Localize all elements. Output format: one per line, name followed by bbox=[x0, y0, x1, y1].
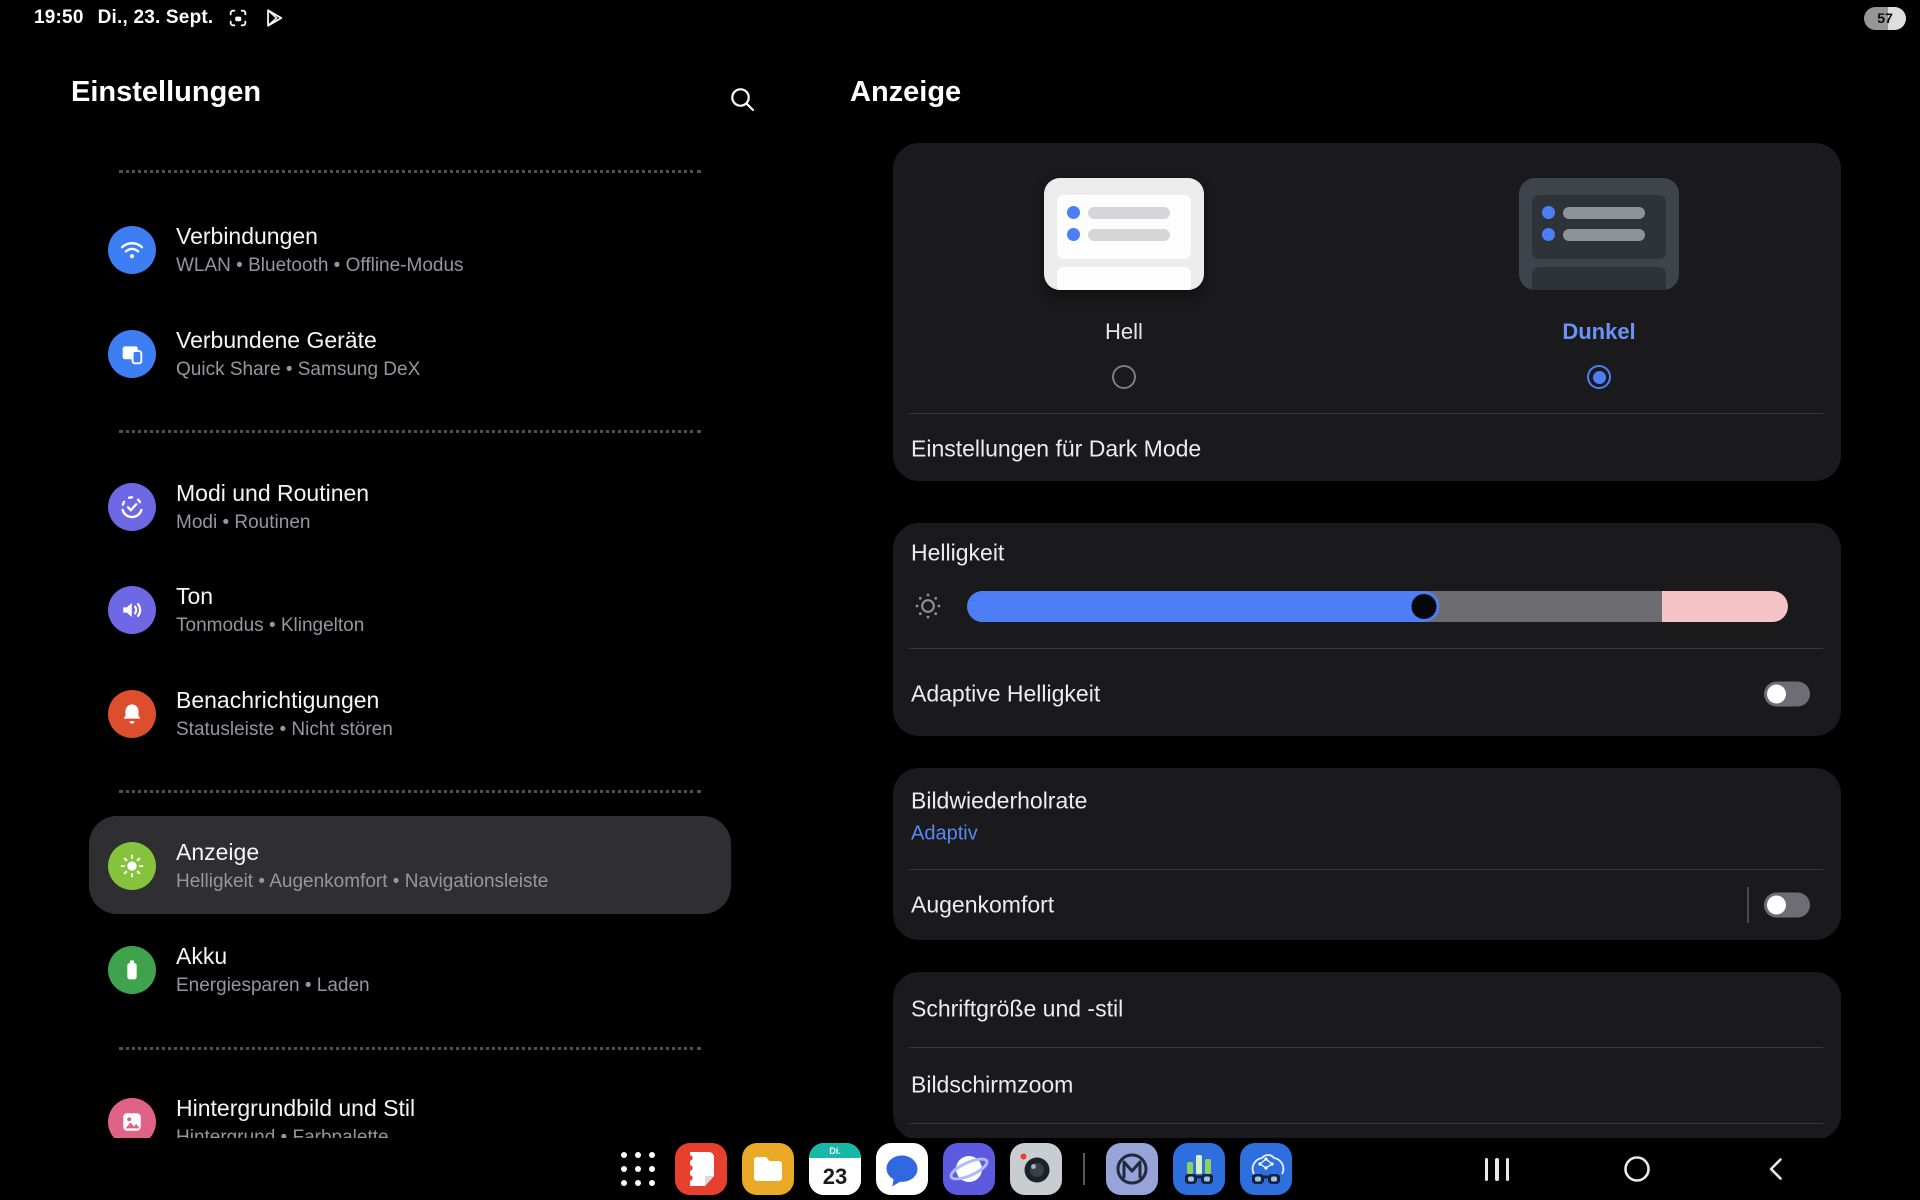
adaptive-brightness-row[interactable]: Adaptive Helligkeit bbox=[893, 648, 1841, 736]
refresh-rate-label: Bildwiederholrate bbox=[911, 788, 1087, 815]
item-sublabel: Quick Share • Samsung DeX bbox=[176, 360, 420, 381]
recents-button[interactable] bbox=[1475, 1147, 1519, 1191]
dark-mode-preview bbox=[1519, 178, 1679, 290]
sidebar-item-verbindungen[interactable]: Verbindungen WLAN • Bluetooth • Offline-… bbox=[108, 205, 708, 295]
sidebar-item-hintergrundbild-und-stil[interactable]: Hintergrundbild und Stil Hintergrund • F… bbox=[108, 1077, 708, 1142]
samsung-notes-icon[interactable] bbox=[675, 1143, 727, 1195]
settings-sidebar: Einstellungen Verbindungen WLAN • Blueto… bbox=[0, 0, 810, 1142]
item-label: Anzeige bbox=[176, 839, 548, 865]
adaptive-brightness-toggle[interactable] bbox=[1764, 682, 1810, 707]
notifications-bell-icon bbox=[108, 690, 156, 738]
recent-app-circle-m-icon[interactable] bbox=[1106, 1143, 1158, 1195]
my-files-icon[interactable] bbox=[742, 1143, 794, 1195]
group-divider bbox=[119, 170, 701, 173]
sidebar-item-anzeige[interactable]: Anzeige Helligkeit • Augenkomfort • Navi… bbox=[108, 821, 708, 911]
item-label: Modi und Routinen bbox=[176, 480, 369, 506]
brightness-slider-thumb[interactable] bbox=[1409, 591, 1440, 622]
wifi-icon bbox=[108, 226, 156, 274]
sidebar-title: Einstellungen bbox=[71, 76, 261, 109]
sidebar-item-modi-und-routinen[interactable]: Modi und Routinen Modi • Routinen bbox=[108, 462, 708, 552]
display-sun-icon bbox=[108, 842, 156, 890]
font-size-row[interactable]: Schriftgröße und -stil bbox=[893, 972, 1841, 1047]
item-label: Hintergrundbild und Stil bbox=[176, 1095, 415, 1121]
group-divider bbox=[119, 430, 701, 433]
group-divider bbox=[119, 1047, 701, 1050]
dark-mode-settings-label: Einstellungen für Dark Mode bbox=[911, 436, 1201, 463]
back-icon bbox=[1763, 1155, 1791, 1183]
adaptive-brightness-label: Adaptive Helligkeit bbox=[911, 681, 1100, 708]
samsung-internet-icon[interactable] bbox=[943, 1143, 995, 1195]
brightness-warm-zone bbox=[1662, 591, 1788, 622]
item-label: Verbundene Geräte bbox=[176, 327, 420, 353]
sound-icon bbox=[108, 586, 156, 634]
refresh-rate-row[interactable]: Bildwiederholrate Adaptiv bbox=[893, 768, 1841, 869]
modes-routines-icon bbox=[108, 483, 156, 531]
theme-option-dunkel[interactable]: Dunkel bbox=[1489, 143, 1709, 413]
camera-icon[interactable] bbox=[1010, 1143, 1062, 1195]
home-icon bbox=[1622, 1154, 1652, 1184]
screen-zoom-row[interactable]: Bildschirmzoom bbox=[893, 1047, 1841, 1123]
light-mode-label: Hell bbox=[1014, 319, 1234, 345]
brightness-card: Helligkeit Adaptive Helligkeit bbox=[893, 523, 1841, 736]
recents-icon bbox=[1485, 1158, 1510, 1181]
dock-separator bbox=[1083, 1153, 1085, 1185]
sidebar-item-benachrichtigungen[interactable]: Benachrichtigungen Statusleiste • Nicht … bbox=[108, 669, 708, 759]
item-sublabel: Modi • Routinen bbox=[176, 513, 369, 534]
battery-percent: 57 bbox=[1877, 10, 1893, 26]
item-sublabel: Energiesparen • Laden bbox=[176, 976, 370, 997]
settings-screen: 19:50 Di., 23. Sept. 57 Einstellungen bbox=[0, 0, 1920, 1200]
dark-mode-settings-row[interactable]: Einstellungen für Dark Mode bbox=[893, 413, 1841, 481]
brightness-sun-icon bbox=[914, 592, 942, 620]
sidebar-item-akku[interactable]: Akku Energiesparen • Laden bbox=[108, 925, 708, 1015]
recent-app-brain-glasses-icon[interactable] bbox=[1240, 1143, 1292, 1195]
brightness-slider[interactable] bbox=[967, 591, 1788, 622]
screen-zoom-label: Bildschirmzoom bbox=[911, 1072, 1073, 1099]
eye-comfort-toggle[interactable] bbox=[1764, 893, 1810, 918]
calendar-day: 23 bbox=[809, 1158, 861, 1195]
home-button[interactable] bbox=[1615, 1147, 1659, 1191]
item-label: Akku bbox=[176, 943, 370, 969]
dark-mode-radio[interactable] bbox=[1587, 365, 1611, 389]
brightness-label: Helligkeit bbox=[911, 540, 1004, 567]
page-title: Anzeige bbox=[850, 76, 961, 109]
connected-devices-icon bbox=[108, 330, 156, 378]
eye-comfort-label: Augenkomfort bbox=[911, 892, 1054, 919]
brightness-fill bbox=[967, 591, 1424, 622]
refresh-rate-value: Adaptiv bbox=[911, 823, 978, 846]
battery-icon bbox=[108, 946, 156, 994]
theme-option-hell[interactable]: Hell bbox=[1014, 143, 1234, 413]
search-button[interactable] bbox=[727, 84, 757, 114]
battery-indicator: 57 bbox=[1864, 7, 1906, 30]
item-sublabel: WLAN • Bluetooth • Offline-Modus bbox=[176, 256, 464, 277]
search-icon bbox=[727, 84, 757, 114]
item-label: Benachrichtigungen bbox=[176, 687, 393, 713]
row-separator bbox=[1747, 887, 1749, 923]
sidebar-item-verbundene-geraete[interactable]: Verbundene Geräte Quick Share • Samsung … bbox=[108, 309, 708, 399]
taskbar: Di. 23 bbox=[0, 1138, 1920, 1200]
item-label: Ton bbox=[176, 583, 364, 609]
item-sublabel: Tonmodus • Klingelton bbox=[176, 616, 364, 637]
light-mode-radio[interactable] bbox=[1112, 365, 1136, 389]
apps-grid-button[interactable] bbox=[616, 1147, 660, 1191]
item-sublabel: Helligkeit • Augenkomfort • Navigationsl… bbox=[176, 872, 548, 893]
calendar-weekday: Di. bbox=[809, 1143, 861, 1158]
refresh-eye-card: Bildwiederholrate Adaptiv Augenkomfort bbox=[893, 768, 1841, 940]
eye-comfort-row[interactable]: Augenkomfort bbox=[893, 869, 1841, 940]
item-label: Verbindungen bbox=[176, 223, 464, 249]
light-mode-preview bbox=[1044, 178, 1204, 290]
item-sublabel: Statusleiste • Nicht stören bbox=[176, 720, 393, 741]
recent-app-bar-chart-glasses-icon[interactable] bbox=[1173, 1143, 1225, 1195]
group-divider bbox=[119, 790, 701, 793]
sidebar-item-ton[interactable]: Ton Tonmodus • Klingelton bbox=[108, 565, 708, 655]
theme-card: Hell Dunkel Einstellungen für Dark Mode bbox=[893, 143, 1841, 481]
back-button[interactable] bbox=[1755, 1147, 1799, 1191]
font-size-label: Schriftgröße und -stil bbox=[911, 996, 1123, 1023]
font-zoom-card: Schriftgröße und -stil Bildschirmzoom bbox=[893, 972, 1841, 1140]
calendar-icon[interactable]: Di. 23 bbox=[809, 1143, 861, 1195]
dark-mode-label: Dunkel bbox=[1489, 319, 1709, 345]
card-divider bbox=[909, 1123, 1823, 1124]
messages-icon[interactable] bbox=[876, 1143, 928, 1195]
wallpaper-icon bbox=[108, 1098, 156, 1142]
